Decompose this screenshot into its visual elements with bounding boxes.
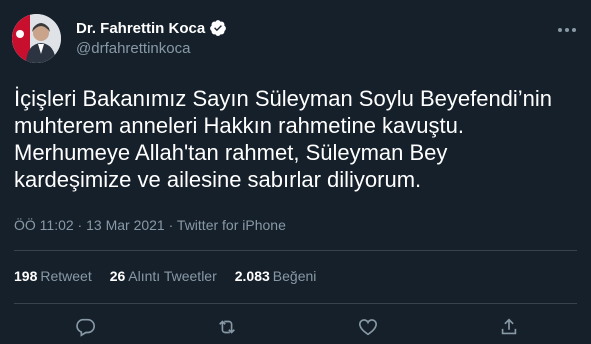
retweet-count[interactable]: 198 Retweet <box>14 268 92 284</box>
like-count-value: 2.083 <box>234 268 270 284</box>
tweet-source[interactable]: Twitter for iPhone <box>177 217 286 233</box>
tweet-text-line: muhterem anneleri Hakkın rahmetine kavuş… <box>14 113 464 138</box>
quote-count-label: Alıntı Tweetler <box>128 268 217 284</box>
tweet-actions <box>0 314 591 344</box>
tweet-stats: 198 Retweet 26 Alıntı Tweetler 2.083 Beğeni <box>14 268 316 284</box>
avatar-image <box>12 14 61 63</box>
reply-icon[interactable] <box>74 316 100 342</box>
author-name-row[interactable]: Dr. Fahrettin Koca <box>76 19 227 37</box>
tweet-meta: ÖÖ 11:02 · 13 Mar 2021 · Twitter for iPh… <box>14 217 286 233</box>
profile-avatar[interactable] <box>12 14 61 63</box>
divider <box>14 250 577 251</box>
quote-tweet-count[interactable]: 26 Alıntı Tweetler <box>110 268 217 284</box>
verified-badge-icon <box>209 19 227 37</box>
like-icon[interactable] <box>357 316 383 342</box>
retweet-count-value: 198 <box>14 268 38 284</box>
retweet-icon[interactable] <box>216 316 242 342</box>
tweet-card: Dr. Fahrettin Koca @drfahrettinkoca İçiş… <box>0 0 591 344</box>
more-options-icon[interactable] <box>555 18 579 42</box>
quote-count-value: 26 <box>109 268 126 284</box>
like-count[interactable]: 2.083 Beğeni <box>235 268 317 284</box>
divider <box>14 303 577 304</box>
tweet-text-line: kardeşimize ve ailesine sabırlar diliyor… <box>14 167 422 192</box>
like-count-label: Beğeni <box>272 268 317 284</box>
share-icon[interactable] <box>498 316 524 342</box>
author-handle[interactable]: @drfahrettinkoca <box>76 40 190 57</box>
author-name[interactable]: Dr. Fahrettin Koca <box>76 20 205 37</box>
meta-separator: · <box>168 217 177 233</box>
tweet-text: İçişleri Bakanımız Sayın Süleyman Soylu … <box>14 85 574 193</box>
retweet-count-label: Retweet <box>40 268 92 284</box>
tweet-text-line: İçişleri Bakanımız Sayın Süleyman Soylu … <box>14 86 553 111</box>
tweet-text-line: Merhumeye Allah'tan rahmet, Süleyman Bey <box>14 140 448 165</box>
tweet-timestamp[interactable]: ÖÖ 11:02 · 13 Mar 2021 <box>14 217 165 233</box>
